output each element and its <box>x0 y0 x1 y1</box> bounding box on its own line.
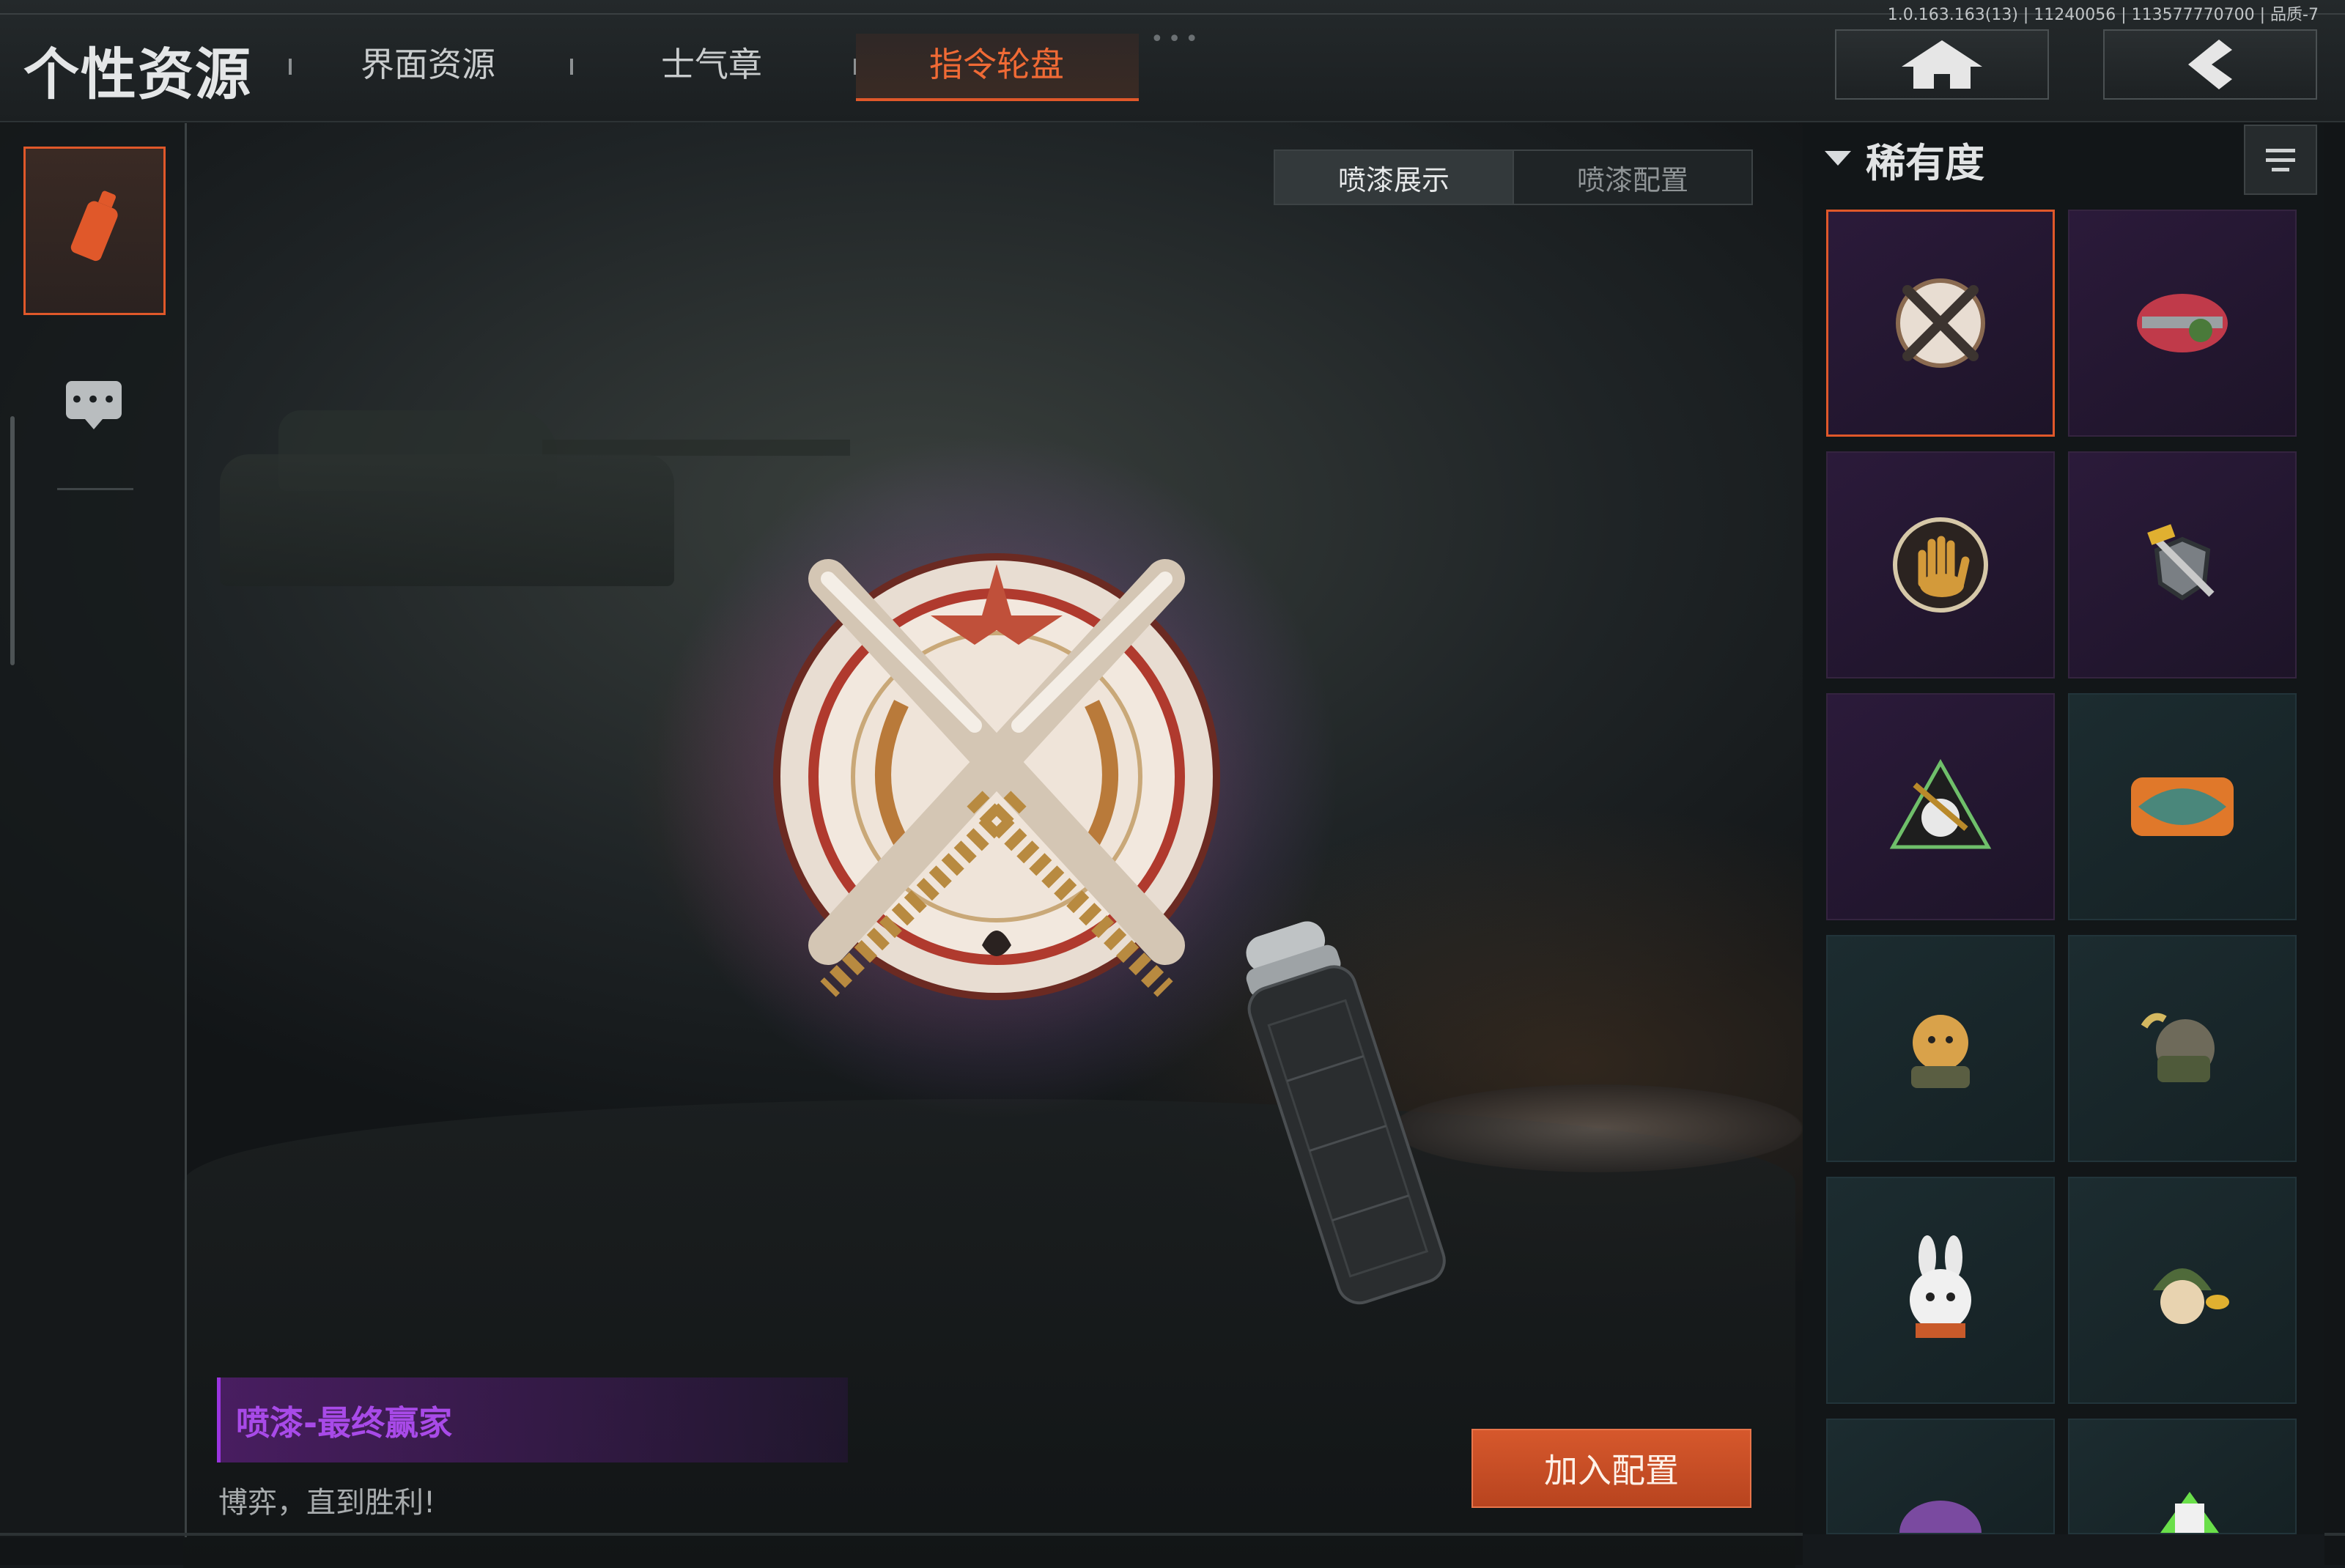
rarity-filter[interactable]: 稀有度 <box>1866 130 1984 188</box>
item-description: 博弈，直到胜利! <box>218 1486 436 1520</box>
drag-handle[interactable]: ••• <box>1151 26 1203 52</box>
sort-button[interactable] <box>2244 125 2317 195</box>
item-name: 喷漆-最终赢家 <box>236 1403 453 1443</box>
helmet-soldier-icon <box>2153 1268 2229 1324</box>
tab-command-wheel-label[interactable]: 指令轮盘 <box>929 38 1064 86</box>
red-dragon-gun-icon <box>2137 294 2228 352</box>
hand-print-icon <box>1893 517 1988 613</box>
sort-icon <box>2266 148 2295 152</box>
spray-item[interactable] <box>2068 451 2297 678</box>
spray-item-winner[interactable] <box>1826 210 2055 437</box>
chat-bubble-icon[interactable]: ••• <box>66 381 122 429</box>
spray-item[interactable] <box>2068 693 2297 920</box>
view-toggle: 喷漆展示 喷漆配置 <box>1274 149 1753 205</box>
toggle-display[interactable]: 喷漆展示 <box>1275 151 1514 204</box>
doge-soldier-icon <box>1911 1015 1970 1088</box>
rat-soldier-icon <box>2141 1013 2215 1082</box>
page-title: 个性资源 <box>23 42 252 107</box>
sort-icon-line <box>2272 167 2289 171</box>
spray-item[interactable] <box>2068 1177 2297 1404</box>
add-to-config-button[interactable]: 加入配置 <box>1471 1429 1751 1508</box>
back-arrow-icon <box>2188 40 2232 89</box>
rail-divider <box>57 488 133 490</box>
version-info: 1.0.163.163(13) | 11240056 | 11357777070… <box>1887 6 2319 24</box>
tank-hull <box>220 454 674 586</box>
dead-one-graffiti-icon <box>2131 777 2234 836</box>
shield-hammer-icon <box>2147 524 2215 601</box>
left-rail: ••• <box>0 123 187 1537</box>
spray-item[interactable] <box>1826 451 2055 678</box>
crossed-knives-emblem-icon <box>1896 278 1985 368</box>
green-card-icon <box>2160 1492 2219 1533</box>
spray-item[interactable] <box>2068 210 2297 437</box>
spray-item[interactable] <box>1826 693 2055 920</box>
spray-item[interactable] <box>2068 935 2297 1162</box>
spray-item[interactable] <box>2068 1419 2297 1534</box>
spray-item[interactable] <box>1826 1419 2055 1534</box>
back-button[interactable] <box>2103 29 2317 100</box>
tab-separator <box>289 59 292 75</box>
spray-item[interactable] <box>1826 935 2055 1162</box>
sort-icon-line <box>2266 158 2295 162</box>
anthony-rose-triangle-icon <box>1889 758 1992 849</box>
spray-item[interactable] <box>1826 1177 2055 1404</box>
purple-creature-icon <box>1899 1501 1982 1533</box>
rail-item-spray[interactable] <box>23 147 166 315</box>
spray-emblem-preview <box>652 432 1341 1121</box>
spray-can-icon <box>69 199 120 263</box>
home-button[interactable] <box>1835 29 2049 100</box>
home-icon <box>1902 40 1982 89</box>
crossed-knives-emblem <box>773 553 1220 1000</box>
rail-scrollbar[interactable] <box>10 416 15 665</box>
tab-separator <box>570 59 573 75</box>
rabbit-icon <box>1910 1235 1971 1338</box>
toggle-config[interactable]: 喷漆配置 <box>1514 151 1751 204</box>
tab-morale-badge[interactable]: 士气章 <box>661 38 762 86</box>
tab-ui-resources[interactable]: 界面资源 <box>361 38 495 86</box>
debris-pile <box>1392 1084 1803 1172</box>
chevron-down-icon[interactable] <box>1825 151 1851 166</box>
panel-bottom-edge <box>1803 1534 2324 1565</box>
